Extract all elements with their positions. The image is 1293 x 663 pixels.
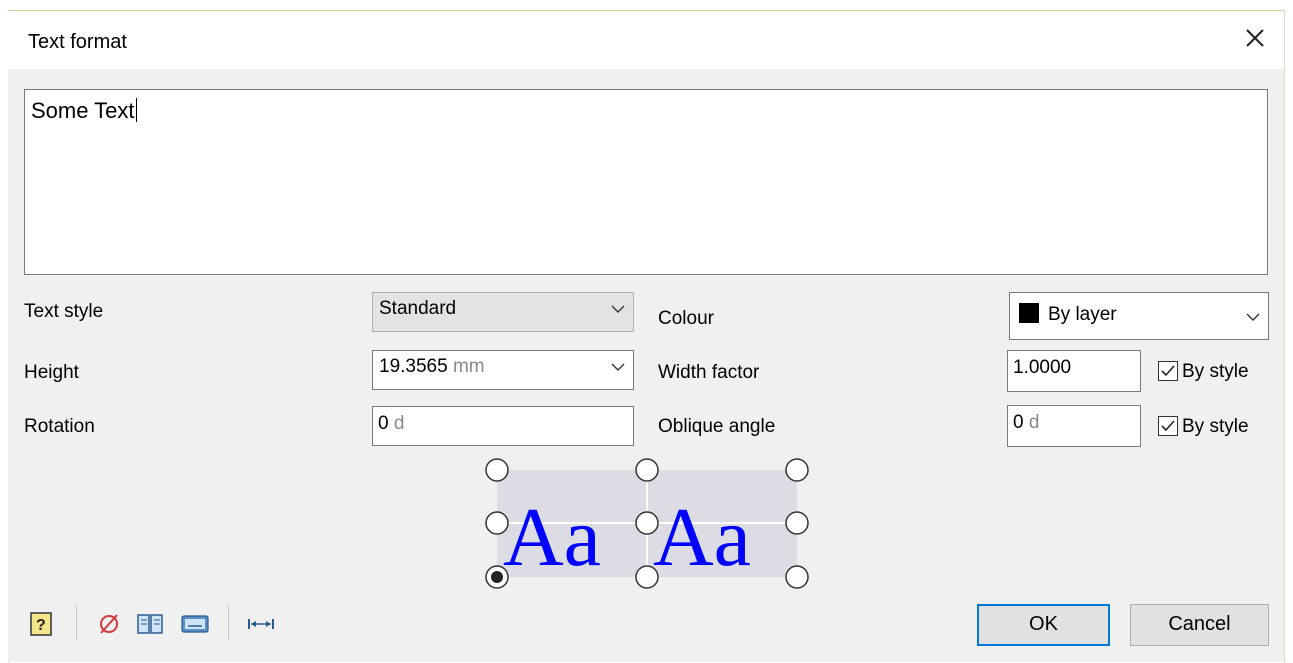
colour-label: Colour xyxy=(658,308,714,329)
preview-sample-right: Aa xyxy=(653,491,751,584)
close-icon[interactable] xyxy=(1240,23,1270,53)
text-style-value: Standard xyxy=(379,298,457,319)
rotation-label: Rotation xyxy=(24,416,95,437)
oblique-angle-value: 0 xyxy=(1013,412,1024,433)
oblique-angle-label: Oblique angle xyxy=(658,416,776,437)
chevron-down-icon xyxy=(1246,313,1260,321)
text-style-label: Text style xyxy=(24,301,104,322)
help-icon[interactable]: ? xyxy=(28,611,54,637)
toolbar-separator xyxy=(76,605,77,641)
grip-handle-icon xyxy=(635,458,659,482)
grip-handle-icon xyxy=(635,511,659,535)
ok-button[interactable]: OK xyxy=(977,604,1110,646)
keyboard-icon[interactable] xyxy=(180,611,210,637)
oblique-by-style-label: By style xyxy=(1182,416,1249,437)
clear-icon[interactable] xyxy=(96,611,122,637)
width-factor-label: Width factor xyxy=(658,362,760,383)
height-label: Height xyxy=(24,362,79,383)
oblique-angle-unit: d xyxy=(1028,412,1040,433)
cancel-button[interactable]: Cancel xyxy=(1130,604,1269,646)
dialog-title: Text format xyxy=(28,31,127,53)
grip-handle-icon xyxy=(785,565,809,589)
svg-text:?: ? xyxy=(36,617,46,634)
rotation-value-wrap: 0 d xyxy=(378,413,404,435)
text-caret xyxy=(135,98,137,122)
oblique-value-wrap: 0 d xyxy=(1013,412,1039,434)
oblique-angle-input[interactable]: 0 d xyxy=(1007,405,1141,447)
grip-handle-icon xyxy=(785,511,809,535)
height-value-wrap: 19.3565 mm xyxy=(379,356,485,378)
rotation-input[interactable]: 0 d xyxy=(372,406,634,446)
checkmark-icon xyxy=(1161,365,1175,377)
height-value: 19.3565 xyxy=(379,356,448,377)
width-factor-by-style-label: By style xyxy=(1182,361,1249,382)
text-content-value: Some Text xyxy=(31,98,135,123)
height-unit: mm xyxy=(452,356,485,377)
colour-swatch xyxy=(1019,303,1039,323)
text-preview[interactable]: Aa Aa xyxy=(480,455,820,595)
rotation-unit: d xyxy=(393,413,405,434)
checkbox-box xyxy=(1158,416,1178,436)
colour-dropdown[interactable]: By layer xyxy=(1009,292,1269,340)
grip-handle-icon xyxy=(635,565,659,589)
book-icon[interactable] xyxy=(136,611,163,637)
grip-selected-dot xyxy=(491,571,503,583)
grip-handle-icon xyxy=(785,458,809,482)
height-dropdown[interactable]: 19.3565 mm xyxy=(372,350,634,390)
checkmark-icon xyxy=(1161,420,1175,432)
toolbar-separator xyxy=(228,605,229,641)
preview-sample-left: Aa xyxy=(503,491,601,584)
colour-value: By layer xyxy=(1048,304,1117,325)
title-bar: Text format xyxy=(8,11,1284,69)
chevron-down-icon xyxy=(611,363,625,371)
width-factor-input[interactable]: 1.0000 xyxy=(1007,350,1141,392)
chevron-down-icon xyxy=(611,305,625,313)
grip-handle-icon xyxy=(485,511,509,535)
text-content-input[interactable]: Some Text xyxy=(24,89,1268,275)
fit-width-icon[interactable] xyxy=(246,611,274,637)
width-factor-value: 1.0000 xyxy=(1013,357,1072,378)
checkbox-box xyxy=(1158,361,1178,381)
text-style-dropdown[interactable]: Standard xyxy=(372,292,634,332)
rotation-value: 0 xyxy=(378,413,389,434)
grip-handle-icon xyxy=(485,458,509,482)
